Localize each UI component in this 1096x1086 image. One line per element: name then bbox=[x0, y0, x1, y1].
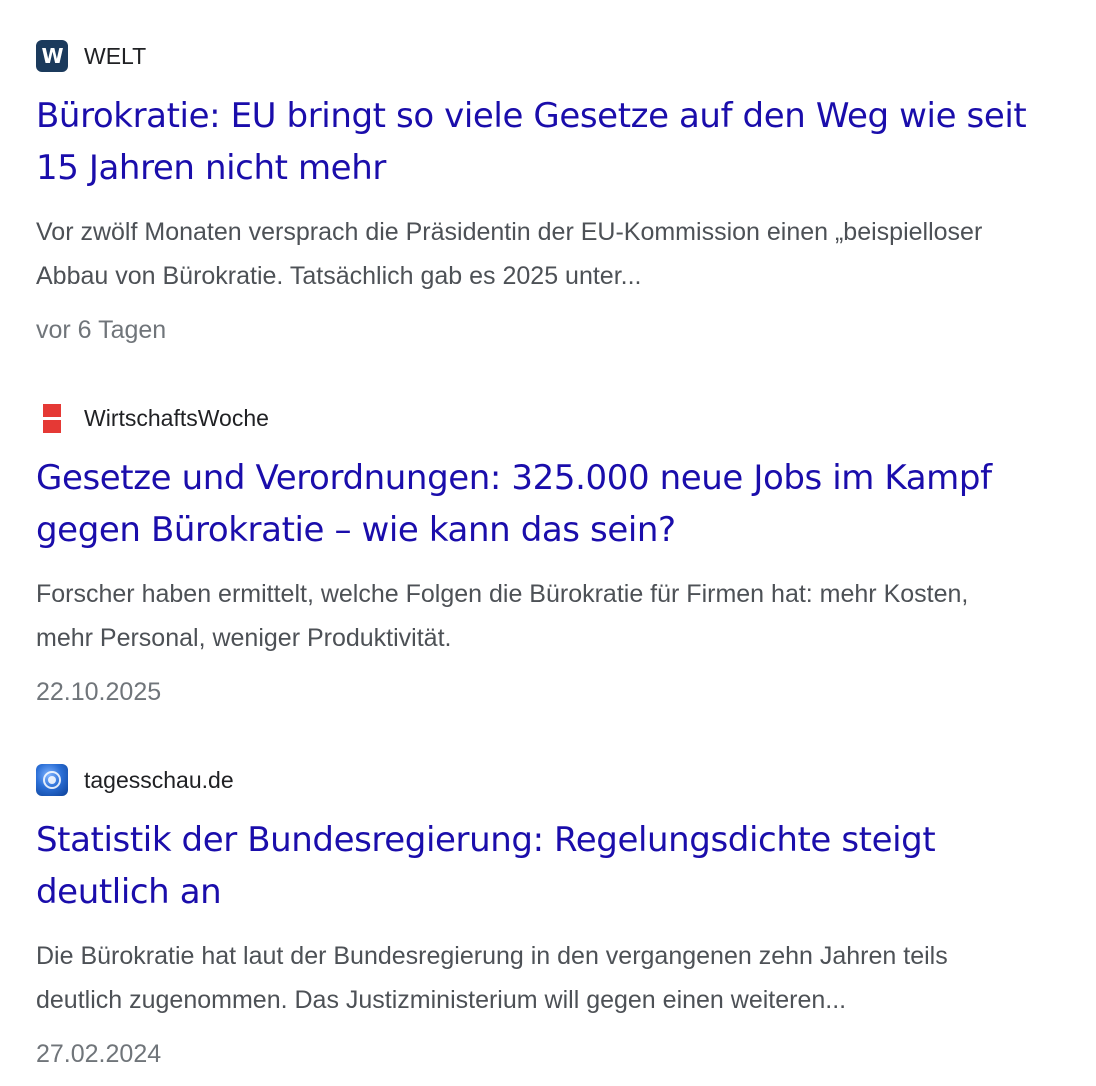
result-title-line[interactable]: Statistik der Bundesregierung: Regelungs… bbox=[36, 814, 1096, 866]
globe-icon bbox=[43, 771, 61, 789]
wiwo-logo-bar-top bbox=[43, 403, 61, 417]
search-results-list: W WELT Bürokratie: EU bringt so viele Ge… bbox=[36, 0, 1096, 1086]
result-title-link[interactable]: Statistik der Bundesregierung: Regelungs… bbox=[36, 814, 1096, 918]
result-title-line[interactable]: Gesetze und Verordnungen: 325.000 neue J… bbox=[36, 452, 1096, 504]
result-date: 27.02.2024 bbox=[36, 1040, 162, 1068]
snippet-line: deutlich zugenommen. Das Justizministeri… bbox=[36, 986, 847, 1014]
wirtschaftswoche-logo-icon bbox=[36, 402, 68, 434]
snippet-line: Vor zwölf Monaten versprach die Präsiden… bbox=[36, 218, 983, 246]
result-title-line[interactable]: Bürokratie: EU bringt so viele Gesetze a… bbox=[36, 90, 1096, 142]
news-result: tagesschau.de Statistik der Bundesregier… bbox=[36, 724, 1096, 1086]
news-result: WirtschaftsWoche Gesetze und Verordnunge… bbox=[36, 362, 1096, 724]
snippet-line: Abbau von Bürokratie. Tatsächlich gab es… bbox=[36, 262, 642, 290]
welt-logo-letter: W bbox=[41, 44, 63, 68]
snippet-line: Die Bürokratie hat laut der Bundesregier… bbox=[36, 942, 948, 970]
result-title-line[interactable]: 15 Jahren nicht mehr bbox=[36, 142, 1096, 194]
source-name[interactable]: WELT bbox=[84, 40, 146, 72]
result-snippet: Die Bürokratie hat laut der Bundesregier… bbox=[36, 934, 1096, 1022]
result-title-link[interactable]: Gesetze und Verordnungen: 325.000 neue J… bbox=[36, 452, 1096, 556]
welt-logo-icon: W bbox=[36, 40, 68, 72]
result-title-link[interactable]: Bürokratie: EU bringt so viele Gesetze a… bbox=[36, 90, 1096, 194]
source-name[interactable]: tagesschau.de bbox=[84, 764, 234, 796]
news-result: W WELT Bürokratie: EU bringt so viele Ge… bbox=[36, 0, 1096, 362]
source-name[interactable]: WirtschaftsWoche bbox=[84, 402, 269, 434]
result-date: 22.10.2025 bbox=[36, 678, 162, 706]
snippet-line: Forscher haben ermittelt, welche Folgen … bbox=[36, 580, 969, 608]
result-source[interactable]: W WELT bbox=[36, 40, 146, 72]
result-source[interactable]: tagesschau.de bbox=[36, 764, 234, 796]
result-snippet: Forscher haben ermittelt, welche Folgen … bbox=[36, 572, 1096, 660]
result-date: vor 6 Tagen bbox=[36, 316, 167, 344]
result-source[interactable]: WirtschaftsWoche bbox=[36, 402, 269, 434]
result-title-line[interactable]: gegen Bürokratie – wie kann das sein? bbox=[36, 504, 1096, 556]
snippet-line: mehr Personal, weniger Produktivität. bbox=[36, 624, 452, 652]
result-snippet: Vor zwölf Monaten versprach die Präsiden… bbox=[36, 210, 1096, 298]
result-title-line[interactable]: deutlich an bbox=[36, 866, 1096, 918]
tagesschau-globe-icon bbox=[36, 764, 68, 796]
wiwo-logo-bar-bottom bbox=[43, 419, 61, 433]
